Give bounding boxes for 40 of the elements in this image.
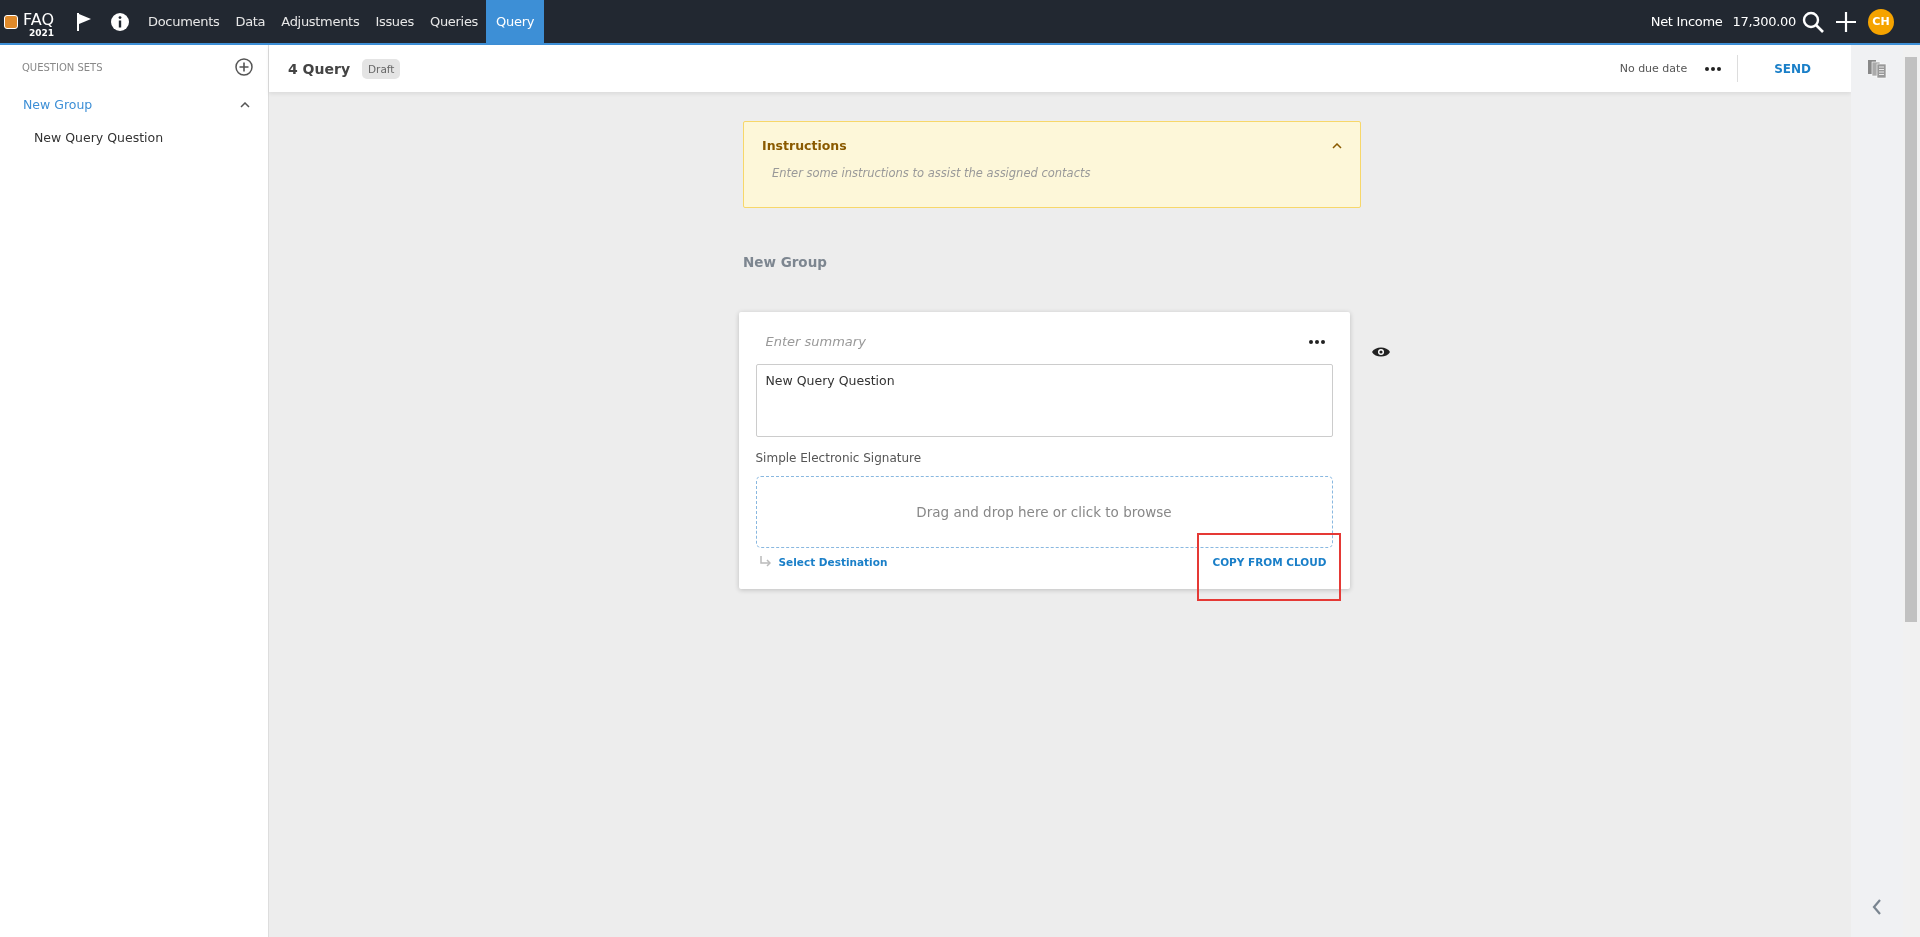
copy-from-cloud-link[interactable]: COPY FROM CLOUD (1212, 556, 1327, 568)
search-icon[interactable] (1802, 10, 1824, 33)
logo-icon (4, 14, 18, 29)
documents-icon[interactable] (1867, 59, 1887, 79)
metric-value: 17,300.00 (1732, 14, 1796, 29)
tree-item[interactable]: New Query Question (0, 112, 268, 145)
chevron-left-icon[interactable] (1872, 899, 1882, 915)
tree-group[interactable]: New Group (23, 97, 93, 112)
app-name: FAQ (23, 11, 54, 28)
plus-icon[interactable] (1836, 11, 1856, 32)
return-arrow-icon (758, 556, 771, 567)
nav-tab[interactable]: Documents (140, 0, 228, 43)
nav-tab[interactable]: Data (227, 0, 274, 43)
more-icon[interactable] (1308, 339, 1325, 344)
status-badge: Draft (362, 58, 401, 79)
nav-tab[interactable]: Queries (421, 0, 487, 43)
panel-title: Instructions (762, 138, 847, 153)
section-title: QUESTION SETS (22, 61, 103, 73)
nav-tab[interactable]: Issues (367, 0, 422, 43)
chevron-up-icon[interactable] (240, 101, 250, 108)
more-icon[interactable] (1705, 66, 1722, 71)
send-button[interactable]: SEND (1774, 57, 1811, 80)
nav-tab[interactable]: Adjustments (273, 0, 368, 43)
signature-label: Simple Electronic Signature (755, 451, 923, 465)
select-destination-link[interactable]: Select Destination (778, 555, 888, 568)
add-circle-icon[interactable] (235, 58, 253, 76)
group-heading: New Group (743, 254, 828, 270)
instructions-field[interactable]: Enter some instructions to assist the assigned contacts (772, 166, 1332, 180)
eye-icon[interactable] (1371, 346, 1390, 358)
due-date-link[interactable]: No due date (1619, 62, 1688, 75)
drop-zone[interactable]: Drag and drop here or click to browse (755, 476, 1333, 548)
info-icon[interactable] (110, 11, 130, 32)
query-title: 4 Query (288, 60, 350, 77)
question-field[interactable]: New Query Question (755, 364, 1333, 437)
metric-label: Net Income (1650, 14, 1723, 29)
chevron-up-icon[interactable] (1332, 142, 1342, 149)
flag-icon[interactable] (76, 11, 92, 32)
scrollbar[interactable] (1903, 45, 1920, 937)
year-label: 2021 (28, 28, 54, 38)
scrollbar-thumb[interactable] (1905, 57, 1917, 622)
